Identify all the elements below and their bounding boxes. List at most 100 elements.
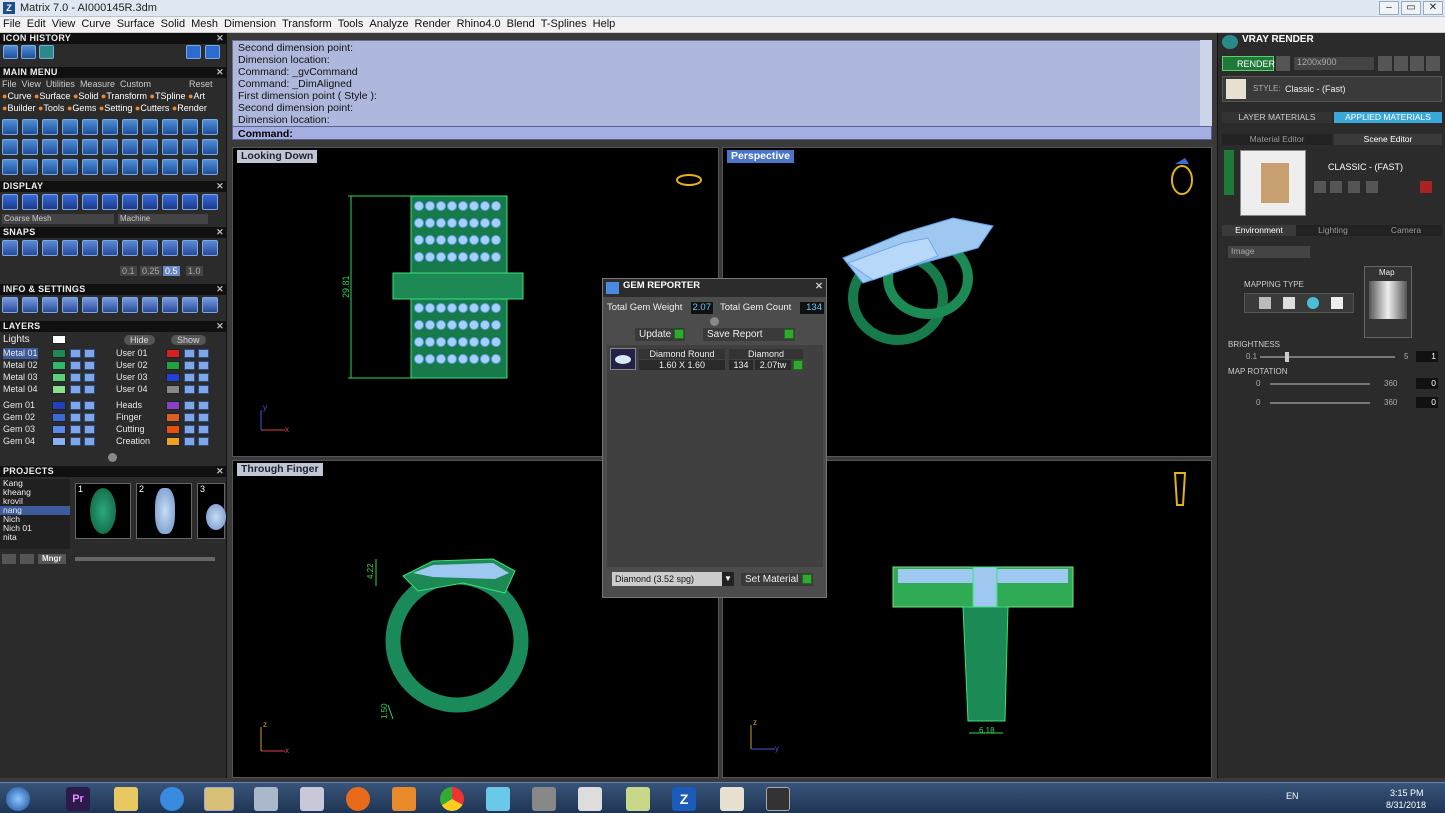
layer-toggle[interactable] xyxy=(198,401,209,410)
layer-toggle[interactable] xyxy=(184,349,195,358)
tool-icon[interactable] xyxy=(122,297,138,313)
menu-mesh[interactable]: Mesh xyxy=(188,17,221,31)
history-forward-arrow-icon[interactable] xyxy=(205,45,220,59)
tool-icon[interactable] xyxy=(162,194,178,210)
zbrush-icon[interactable] xyxy=(578,787,602,811)
lights-swatch[interactable] xyxy=(52,335,66,344)
manager-button[interactable]: Mngr xyxy=(38,554,66,564)
layer-toggle[interactable] xyxy=(70,361,81,370)
layer-toggle[interactable] xyxy=(198,349,209,358)
snap-value-1[interactable]: 0.1 xyxy=(120,266,137,276)
play-icon[interactable] xyxy=(802,574,812,584)
clock-date[interactable]: 8/31/2018 xyxy=(1386,800,1426,810)
start-button[interactable] xyxy=(6,787,30,811)
layer-name[interactable]: Gem 01 xyxy=(3,400,35,411)
command-input[interactable]: Command: xyxy=(232,126,1212,140)
chrome-icon[interactable] xyxy=(440,787,464,811)
tool-icon[interactable] xyxy=(202,139,218,155)
cat-builder[interactable]: Builder xyxy=(7,103,35,113)
scene-tool-icon-2[interactable] xyxy=(1330,181,1342,193)
render-tool-icon-3[interactable] xyxy=(1410,56,1424,71)
tool-icon[interactable] xyxy=(202,240,218,256)
tab-environment[interactable]: Environment xyxy=(1222,225,1296,236)
tool-icon[interactable] xyxy=(122,139,138,155)
maximize-button[interactable]: ▭ xyxy=(1401,1,1421,15)
layer-color-swatch[interactable] xyxy=(166,413,180,422)
menu-help[interactable]: Help xyxy=(590,17,619,31)
layer-color-swatch[interactable] xyxy=(52,373,66,382)
project-thumb-3[interactable]: 3 xyxy=(197,483,226,539)
tool-icon[interactable] xyxy=(82,159,98,175)
tool-icon[interactable] xyxy=(142,194,158,210)
tool-icon[interactable] xyxy=(62,119,78,135)
project-up-button[interactable] xyxy=(20,554,34,564)
cat-transform[interactable]: Transform xyxy=(106,91,147,101)
tool-icon[interactable] xyxy=(162,240,178,256)
tool-icon[interactable] xyxy=(122,194,138,210)
clock-time[interactable]: 3:15 PM xyxy=(1390,788,1424,798)
play-icon[interactable] xyxy=(674,329,684,339)
cat-solid[interactable]: Solid xyxy=(78,91,98,101)
tool-icon[interactable] xyxy=(62,297,78,313)
scene-tool-icon-4[interactable] xyxy=(1366,181,1378,193)
tool-icon[interactable] xyxy=(42,159,58,175)
tool-icon[interactable] xyxy=(22,119,38,135)
tool-icon[interactable] xyxy=(182,194,198,210)
tab-camera[interactable]: Camera xyxy=(1370,225,1442,236)
layer-toggle[interactable] xyxy=(70,413,81,422)
layer-toggle[interactable] xyxy=(84,385,95,394)
layer-name[interactable]: Gem 03 xyxy=(3,424,35,435)
layer-toggle[interactable] xyxy=(84,361,95,370)
tool-icon[interactable] xyxy=(122,240,138,256)
tool-icon[interactable] xyxy=(82,139,98,155)
show-toggle[interactable]: Show xyxy=(171,335,206,345)
command-scrollbar[interactable] xyxy=(1200,40,1212,126)
mapping-plane-icon[interactable] xyxy=(1259,297,1271,309)
tool-icon[interactable] xyxy=(22,297,38,313)
layer-toggle[interactable] xyxy=(70,425,81,434)
layer-color-swatch[interactable] xyxy=(166,437,180,446)
rotation-h-value[interactable]: 0 xyxy=(1416,378,1438,389)
layer-toggle[interactable] xyxy=(84,401,95,410)
cat-render[interactable]: Render xyxy=(177,103,207,113)
tool-icon[interactable] xyxy=(102,159,118,175)
layer-toggle[interactable] xyxy=(184,373,195,382)
render-tool-icon-4[interactable] xyxy=(1426,56,1440,71)
menu-transform[interactable]: Transform xyxy=(279,17,335,31)
tool-icon[interactable] xyxy=(102,139,118,155)
tab-material-editor[interactable]: Material Editor xyxy=(1222,134,1332,145)
tool-icon[interactable] xyxy=(22,139,38,155)
environment-type-select[interactable]: Image xyxy=(1228,246,1310,258)
menu-file[interactable]: File xyxy=(0,17,24,31)
layer-name[interactable]: User 01 xyxy=(116,348,148,359)
layer-toggle[interactable] xyxy=(84,413,95,422)
menu-tsplines[interactable]: T-Splines xyxy=(538,17,590,31)
scene-tool-icon-1[interactable] xyxy=(1314,181,1326,193)
tool-icon[interactable] xyxy=(2,119,18,135)
tool-icon[interactable] xyxy=(122,119,138,135)
mapping-box-icon[interactable] xyxy=(1283,297,1295,309)
layer-name[interactable]: Finger xyxy=(116,412,142,423)
mapping-sphere-icon[interactable] xyxy=(1307,297,1319,309)
layer-name[interactable]: User 04 xyxy=(116,384,148,395)
tool-icon[interactable] xyxy=(142,119,158,135)
mapping-cylinder-icon[interactable] xyxy=(1331,297,1343,309)
submenu-file[interactable]: File xyxy=(2,79,17,89)
play-icon[interactable] xyxy=(784,329,794,339)
scene-tool-icon-3[interactable] xyxy=(1348,181,1360,193)
project-thumb-1[interactable]: 1 xyxy=(75,483,131,539)
layer-name[interactable]: Metal 02 xyxy=(3,360,38,371)
snap-value-2[interactable]: 0.25 xyxy=(140,266,162,276)
material-select[interactable]: Diamond (3.52 spg) ▼ xyxy=(612,572,734,586)
layer-name[interactable]: User 02 xyxy=(116,360,148,371)
collapse-icon[interactable] xyxy=(710,317,719,326)
layer-color-swatch[interactable] xyxy=(52,401,66,410)
tab-applied-materials[interactable]: APPLIED MATERIALS xyxy=(1334,112,1442,123)
rotation-v-value[interactable]: 0 xyxy=(1416,397,1438,408)
tool-icon[interactable] xyxy=(202,297,218,313)
snipping-tool-icon[interactable] xyxy=(300,787,324,811)
tool-icon[interactable] xyxy=(142,297,158,313)
layer-toggle[interactable] xyxy=(184,401,195,410)
rotation-h-slider[interactable] xyxy=(1270,383,1370,385)
tool-icon[interactable] xyxy=(162,297,178,313)
